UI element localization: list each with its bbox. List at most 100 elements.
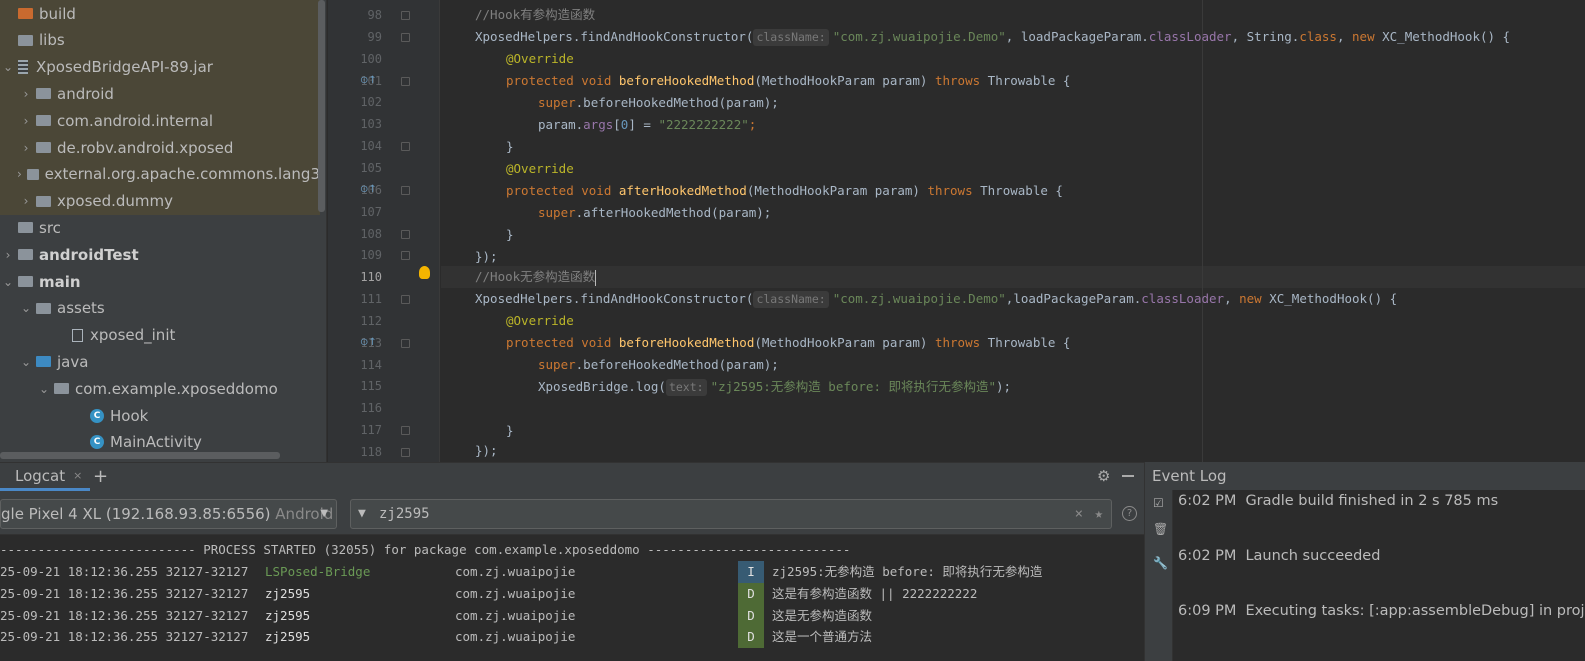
chevron-down-icon[interactable]: ⌄ (18, 355, 34, 369)
favorite-filter-icon[interactable]: ★ (1095, 500, 1103, 528)
event-time: 6:02 PM (1178, 493, 1237, 509)
log-level-badge: D (738, 604, 764, 627)
fold-marker-icon[interactable] (401, 448, 410, 457)
trash-icon[interactable]: 🗑 (1153, 523, 1168, 536)
logcat-panel: Logcat × + ⚙ gle Pixel 4 XL (192.168.93.8… (0, 462, 1144, 661)
clear-filter-icon[interactable]: × (1075, 500, 1083, 528)
log-package: com.zj.wuaipojie (455, 585, 576, 601)
horizontal-scrollbar[interactable] (0, 452, 280, 459)
folder-icon (27, 168, 39, 180)
fold-marker-icon[interactable] (401, 32, 410, 42)
tree-item-label: main (39, 272, 81, 291)
fold-marker-icon[interactable] (401, 251, 410, 261)
code-editor[interactable]: //Hook有参构造函数 XposedHelpers.findAndHookCo… (441, 0, 1585, 462)
fold-marker-icon[interactable] (401, 229, 410, 239)
tree-item-label: com.android.internal (57, 111, 214, 130)
tree-item[interactable]: ⌄ com.example.xposeddomo (0, 375, 320, 402)
fold-marker-icon[interactable] (401, 76, 410, 86)
chevron-right-icon[interactable]: › (18, 87, 34, 101)
override-marker-icon[interactable]: ⊙↑ (360, 183, 377, 196)
help-icon[interactable]: ? (1122, 506, 1137, 521)
wrench-icon[interactable]: 🔧 (1153, 557, 1168, 570)
fold-marker-icon[interactable] (401, 426, 410, 436)
fold-marker-icon[interactable] (401, 185, 410, 195)
tree-item[interactable]: libs (0, 26, 320, 54)
event-log-title: Event Log (1145, 462, 1585, 490)
fold-marker-icon[interactable] (401, 142, 410, 152)
chevron-down-icon[interactable]: ⌄ (18, 301, 34, 315)
mark-read-icon[interactable]: ☑ (1153, 497, 1166, 510)
tree-item[interactable]: › android (0, 80, 320, 108)
chevron-down-icon[interactable]: ⌄ (36, 382, 52, 396)
minimize-icon[interactable] (1122, 475, 1134, 477)
vertical-scrollbar[interactable] (318, 0, 325, 212)
event-time: 6:02 PM (1178, 548, 1237, 564)
tree-item[interactable]: xposed_init (0, 322, 320, 349)
chevron-right-icon[interactable]: › (18, 194, 34, 208)
lightbulb-icon[interactable] (419, 266, 430, 279)
editor-gutter: 98 99 100 101 102 103 104 105 106 107 108 109 110 111… (328, 0, 440, 462)
chevron-down-icon[interactable]: ⌄ (0, 275, 16, 289)
device-selector[interactable]: gle Pixel 4 XL (192.168.93.85:6556) Andr… (0, 499, 337, 529)
gear-icon[interactable]: ⚙ (1097, 467, 1110, 485)
folder-icon (36, 195, 51, 207)
text-caret (595, 269, 597, 286)
tree-item[interactable]: ⌄ assets (0, 295, 320, 322)
logcat-filter-input[interactable]: ▼ zj2595 × ★ (350, 499, 1112, 529)
line-number: 109 (360, 248, 382, 263)
tree-item[interactable]: ⌄ main (0, 268, 320, 295)
tree-item[interactable]: › external.org.apache.commons.lang3 (0, 160, 320, 188)
event-time: 6:09 PM (1178, 603, 1237, 619)
tree-item-label: xposed_init (90, 326, 176, 345)
filter-icon: ▼ (358, 506, 366, 521)
tree-item-label: android (57, 84, 114, 103)
tree-item-label: libs (39, 31, 65, 50)
log-tag: zj2595 (265, 585, 311, 601)
tree-item[interactable]: › xposed.dummy (0, 187, 320, 215)
tree-item-label: src (39, 218, 61, 237)
log-row[interactable]: 25-09-21 18:12:36.255 32127-32127 LSPose… (0, 561, 1144, 583)
current-line-highlight (441, 266, 1585, 288)
chevron-down-icon[interactable]: ⌄ (0, 60, 16, 74)
close-icon[interactable]: × (73, 469, 82, 482)
log-row[interactable]: 25-09-21 18:12:36.255 32127-32127 zj2595… (0, 626, 1144, 649)
tree-item[interactable]: src (0, 214, 320, 241)
tree-item[interactable]: build (0, 0, 320, 27)
chevron-right-icon[interactable]: › (13, 167, 25, 181)
fold-marker-icon[interactable] (401, 11, 410, 20)
tree-item-label: XposedBridgeAPI-89.jar (36, 58, 213, 77)
code-line-111: XposedHelpers.findAndHookConstructor(cla… (475, 291, 1398, 308)
tree-item[interactable]: › androidTest (0, 241, 320, 268)
device-name: gle Pixel 4 XL (192.168.93.85:6556) (1, 505, 271, 523)
tree-item[interactable]: › com.android.internal (0, 107, 320, 135)
log-row[interactable]: 25-09-21 18:12:36.255 32127-32127 zj2595… (0, 582, 1144, 605)
right-margin-guide (1202, 0, 1203, 462)
log-row[interactable]: 25-09-21 18:12:36.255 32127-32127 zj2595… (0, 604, 1144, 627)
tree-item[interactable]: › de.robv.android.xposed (0, 134, 320, 161)
chevron-right-icon[interactable]: › (18, 141, 34, 155)
log-tag: zj2595 (265, 607, 311, 623)
folder-icon (18, 249, 33, 261)
log-level-badge: D (738, 582, 764, 605)
tree-item-label: external.org.apache.commons.lang3 (44, 165, 320, 184)
tree-item-label: de.robv.android.xposed (57, 138, 234, 157)
code-line-112: @Override (506, 313, 574, 328)
log-message: zj2595:无参构造 before: 即将执行无参构造 (772, 564, 1043, 579)
add-tab-button[interactable]: + (93, 466, 108, 487)
line-number: 100 (360, 51, 382, 66)
tree-item[interactable]: ⌄ java (0, 348, 320, 375)
line-number: 98 (367, 8, 382, 22)
tree-item[interactable]: C Hook (0, 402, 320, 429)
code-line-110: //Hook无参构造函数 (475, 269, 597, 286)
tab-logcat[interactable]: Logcat × (0, 463, 91, 491)
fold-marker-icon[interactable] (401, 338, 410, 348)
code-line-104: } (506, 139, 514, 154)
override-marker-icon[interactable]: ⊙↑ (360, 74, 377, 87)
override-marker-icon[interactable]: ⊙↑ (360, 336, 377, 349)
tree-item[interactable]: ⌄ XposedBridgeAPI-89.jar (0, 53, 320, 81)
fold-marker-icon[interactable] (401, 295, 410, 305)
chevron-right-icon[interactable]: › (18, 114, 34, 128)
process-started-line: -------------------------- PROCESS START… (0, 542, 851, 557)
log-message: 这是一个普通方法 (772, 629, 873, 645)
chevron-right-icon[interactable]: › (0, 248, 16, 262)
